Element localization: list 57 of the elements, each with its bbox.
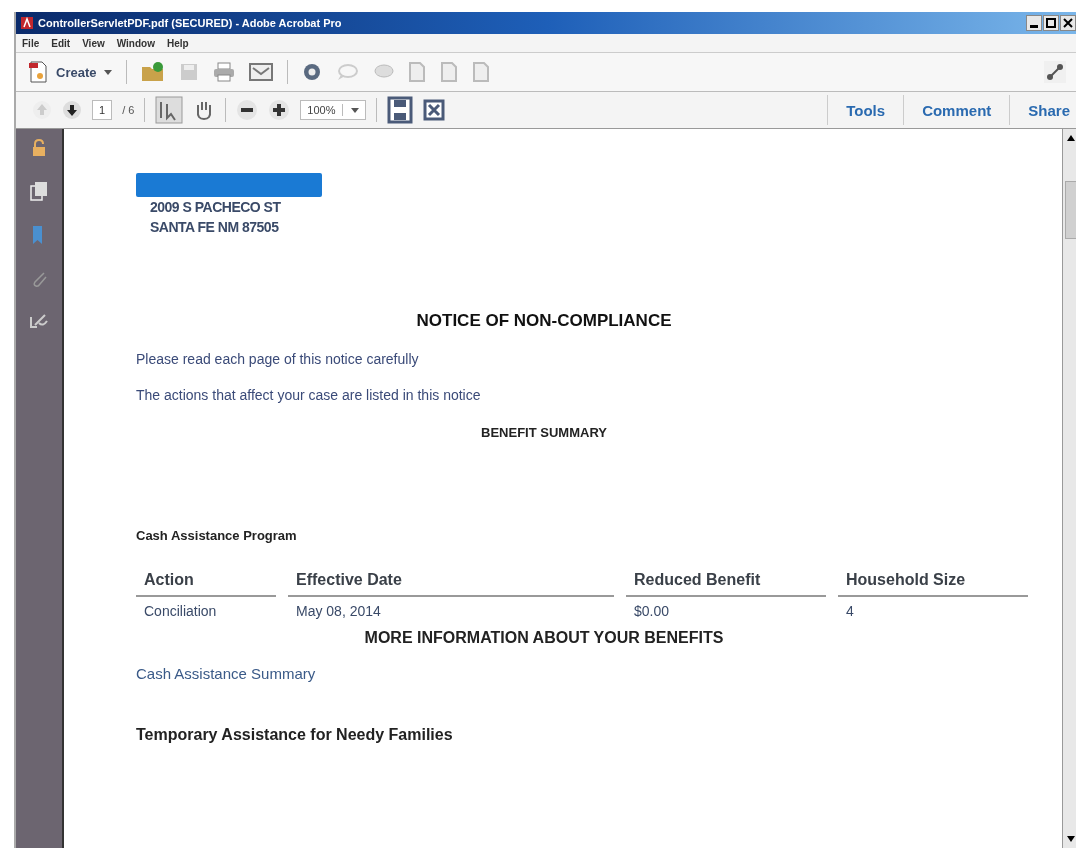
minimize-button[interactable] <box>1026 15 1042 31</box>
scrollbar[interactable] <box>1062 129 1076 848</box>
menu-item[interactable]: File <box>22 37 40 49</box>
menu-item[interactable]: Edit <box>51 37 71 49</box>
column-header: Action <box>136 565 276 597</box>
notice-title: NOTICE OF NON-COMPLIANCE <box>416 311 672 331</box>
expand-icon[interactable] <box>1044 61 1066 83</box>
intro-text: The actions that affect your case are listed in this notice <box>136 387 482 403</box>
panel-link[interactable]: Comment <box>914 101 1000 119</box>
maximize-icon <box>1046 18 1056 28</box>
zoom-dropdown[interactable]: 100% <box>300 100 366 120</box>
column-header: Effective Date <box>288 565 614 597</box>
panel-link[interactable]: Tools <box>838 101 894 119</box>
column-header: Reduced Benefit <box>626 565 826 597</box>
menu-item[interactable]: Window <box>116 37 155 49</box>
zoom-in-icon[interactable] <box>268 99 291 121</box>
document-icon <box>28 61 48 83</box>
table-cell-text: May 08, 2014 <box>295 603 382 619</box>
summary-link[interactable]: Cash Assistance Summary <box>136 665 1062 682</box>
maximize-button[interactable] <box>1043 15 1059 31</box>
column-header: Household Size <box>838 565 1028 597</box>
subsection-heading: Temporary Assistance for Needy Families <box>136 726 454 744</box>
menu-item[interactable]: View <box>82 37 105 49</box>
address-line: 2009 S PACHECO ST <box>150 198 282 217</box>
close-button[interactable] <box>1060 15 1076 31</box>
section-heading: BENEFIT SUMMARY <box>481 425 607 440</box>
scrollbar-thumb[interactable] <box>1064 181 1076 239</box>
address-line: SANTA FE NM 87505 <box>150 218 280 237</box>
padlock-icon[interactable] <box>31 139 47 157</box>
pages-icon[interactable] <box>30 181 48 201</box>
table-cell-text: Conciliation <box>143 603 218 619</box>
zoom-out-icon[interactable] <box>236 99 259 121</box>
program-heading: Cash Assistance Program <box>136 528 298 543</box>
page-count: / 6 <box>122 104 135 116</box>
table-cell-text: 4 <box>845 603 855 619</box>
create-button[interactable]: Create <box>28 61 113 83</box>
full-screen-icon[interactable] <box>422 99 445 121</box>
printer-icon[interactable] <box>213 62 236 82</box>
signature-icon[interactable] <box>29 313 49 331</box>
folder-icon[interactable] <box>141 61 166 83</box>
intro-text: Please read each page of this notice carefully <box>136 351 420 367</box>
table-cell-text: $0.00 <box>633 603 671 619</box>
pdf-icon <box>20 16 34 30</box>
select-cursor-icon[interactable] <box>155 96 184 124</box>
window-title: ControllerServletPDF.pdf (SECURED) - Adobe Acrobat Pro <box>38 17 342 29</box>
section-heading: MORE INFORMATION ABOUT YOUR BENEFITS <box>364 629 724 647</box>
fit-page-icon[interactable] <box>386 96 413 124</box>
caret-icon <box>350 107 359 113</box>
down-arrow-icon[interactable] <box>1066 836 1075 842</box>
page-number-field[interactable]: 1 <box>92 100 113 120</box>
envelope-icon[interactable] <box>249 63 274 81</box>
menu-item[interactable]: Help <box>166 37 189 49</box>
minimize-icon <box>1030 24 1038 28</box>
caret-icon <box>104 69 113 75</box>
close-icon <box>1063 18 1073 28</box>
up-arrow-icon[interactable] <box>1066 135 1075 141</box>
panel-link[interactable]: Share <box>1020 101 1076 119</box>
